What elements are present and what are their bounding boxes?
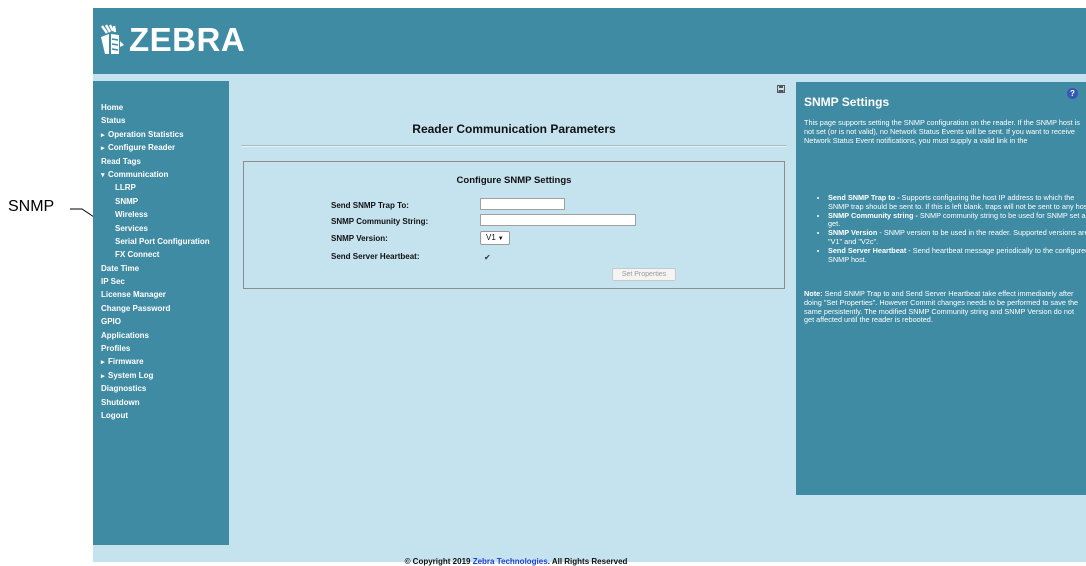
sidebar-item-label: Wireless bbox=[115, 210, 148, 220]
sidebar-item-firmware[interactable]: ▸ Firmware bbox=[101, 355, 210, 368]
heartbeat-checkbox[interactable]: ✔ bbox=[484, 254, 491, 262]
sidebar: Home Status ▸ Operation Statistics ▸ Configur… bbox=[93, 81, 229, 545]
set-properties-button[interactable]: Set Properties bbox=[612, 268, 676, 281]
sidebar-item-label: System Log bbox=[108, 370, 154, 380]
sidebar-item-label: SNMP bbox=[115, 196, 139, 206]
sidebar-item-status[interactable]: Status bbox=[101, 114, 210, 127]
brand-name: ZEBRA bbox=[129, 21, 246, 58]
sidebar-item-shutdown[interactable]: Shutdown bbox=[101, 396, 210, 409]
help-title: SNMP Settings bbox=[804, 95, 890, 109]
sidebar-nav: Home Status ▸ Operation Statistics ▸ Configur… bbox=[101, 101, 210, 422]
help-bullet: SNMP Version - SNMP version to be used i… bbox=[828, 228, 1086, 247]
help-bullet-term: Send SNMP Trap to - bbox=[828, 193, 900, 202]
heartbeat-label: Send Server Heartbeat: bbox=[331, 252, 420, 261]
sidebar-item-label: Logout bbox=[101, 410, 129, 420]
help-bullet-term: SNMP Version bbox=[828, 228, 878, 238]
caret-right-icon: ▸ bbox=[101, 145, 105, 153]
help-bullet: Send SNMP Trap to - Supports configuring… bbox=[828, 193, 1086, 212]
sidebar-item-fx-connect[interactable]: FX Connect bbox=[101, 248, 210, 261]
zebra-logo: ZEBRA bbox=[99, 20, 245, 60]
trap-label: Send SNMP Trap To: bbox=[331, 201, 409, 210]
help-panel: ? SNMP Settings This page supports setti… bbox=[796, 82, 1086, 495]
sidebar-item-profiles[interactable]: Profiles bbox=[101, 342, 210, 355]
sidebar-item-label: Status bbox=[101, 116, 126, 126]
browser-page: ZEBRA Home Status ▸ Operation Statistics ▸ Co… bbox=[93, 8, 1086, 566]
sidebar-item-label: Serial Port Configuration bbox=[115, 236, 210, 246]
sidebar-item-label: Home bbox=[101, 103, 124, 112]
sidebar-item-label: Date Time bbox=[101, 263, 140, 273]
help-note: Note: Send SNMP Trap to and Send Server … bbox=[804, 289, 1084, 325]
snmp-version-select[interactable]: V1 ▼ bbox=[480, 231, 510, 245]
help-intro: This page supports setting the SNMP conf… bbox=[804, 118, 1080, 145]
help-bullets: Send SNMP Trap to - Supports configuring… bbox=[816, 193, 1086, 265]
sidebar-item-label: IP Sec bbox=[101, 277, 125, 287]
sidebar-item-label: Communication bbox=[108, 169, 169, 179]
community-label: SNMP Community String: bbox=[331, 217, 429, 226]
sidebar-item-ip-sec[interactable]: IP Sec bbox=[101, 275, 210, 288]
snmp-version-value: V1 bbox=[486, 233, 496, 242]
sidebar-item-label: Profiles bbox=[101, 344, 131, 354]
sidebar-item-operation-statistics[interactable]: ▸ Operation Statistics bbox=[101, 128, 210, 141]
page-title: Reader Communication Parameters bbox=[412, 122, 616, 136]
sidebar-item-label: Configure Reader bbox=[108, 143, 176, 153]
community-string-input[interactable] bbox=[480, 214, 636, 226]
caret-right-icon: ▸ bbox=[101, 359, 105, 367]
save-icon[interactable] bbox=[777, 85, 785, 93]
sidebar-item-label: FX Connect bbox=[115, 250, 160, 260]
sidebar-item-gpio[interactable]: GPIO bbox=[101, 315, 210, 328]
sidebar-item-label: Services bbox=[115, 223, 148, 233]
help-bullet: Send Server Heartbeat - Send heartbeat m… bbox=[828, 245, 1086, 265]
sidebar-item-system-log[interactable]: ▸ System Log bbox=[101, 369, 210, 382]
help-icon[interactable]: ? bbox=[1067, 88, 1078, 99]
sidebar-item-services[interactable]: Services bbox=[101, 222, 210, 235]
sidebar-item-label: Shutdown bbox=[101, 397, 140, 407]
sidebar-item-date-time[interactable]: Date Time bbox=[101, 262, 210, 275]
help-bullet: SNMP Community string - SNMP community s… bbox=[828, 210, 1086, 230]
sidebar-item-label: GPIO bbox=[101, 317, 122, 327]
help-note-term: Note: bbox=[804, 289, 823, 298]
caret-right-icon: ▸ bbox=[101, 372, 105, 380]
sidebar-item-change-password[interactable]: Change Password bbox=[101, 302, 210, 315]
header: ZEBRA bbox=[93, 8, 1086, 74]
sidebar-item-label: Applications bbox=[101, 330, 150, 340]
zebra-head-icon bbox=[101, 24, 124, 54]
version-label: SNMP Version: bbox=[331, 234, 388, 243]
sidebar-item-license-manager[interactable]: License Manager bbox=[101, 288, 210, 301]
sidebar-item-label: Operation Statistics bbox=[108, 129, 184, 139]
help-bullet-term: SNMP Community string - bbox=[828, 210, 918, 220]
sidebar-item-label: Change Password bbox=[101, 303, 171, 313]
sidebar-item-llrp[interactable]: LLRP bbox=[101, 181, 210, 194]
sidebar-item-logout[interactable]: Logout bbox=[101, 409, 210, 422]
sidebar-item-label: LLRP bbox=[115, 183, 136, 193]
sidebar-item-diagnostics[interactable]: Diagnostics bbox=[101, 382, 210, 395]
panel-title: Configure SNMP Settings bbox=[456, 175, 572, 186]
sidebar-item-label: License Manager bbox=[101, 290, 166, 300]
sidebar-item-snmp[interactable]: SNMP bbox=[101, 195, 210, 208]
sidebar-item-communication[interactable]: ▾ Communication bbox=[101, 168, 210, 181]
help-bullet-term: Send Server Heartbeat bbox=[828, 245, 907, 255]
chevron-down-icon: ▼ bbox=[497, 236, 504, 242]
sidebar-item-wireless[interactable]: Wireless bbox=[101, 208, 210, 221]
sidebar-item-read-tags[interactable]: Read Tags bbox=[101, 155, 210, 168]
caret-down-icon: ▾ bbox=[101, 171, 105, 179]
sidebar-item-applications[interactable]: Applications bbox=[101, 329, 210, 342]
sidebar-item-label: Read Tags bbox=[101, 156, 141, 166]
sidebar-item-label: Firmware bbox=[108, 357, 144, 367]
sidebar-item-serial-port-configuration[interactable]: Serial Port Configuration bbox=[101, 235, 210, 248]
trap-host-input[interactable] bbox=[480, 198, 565, 210]
caret-right-icon: ▸ bbox=[101, 131, 105, 139]
sidebar-item-label: Diagnostics bbox=[101, 384, 147, 394]
sidebar-item-home[interactable]: Home bbox=[101, 101, 210, 114]
sidebar-item-configure-reader[interactable]: ▸ Configure Reader bbox=[101, 141, 210, 154]
snmp-settings-panel: Configure SNMP Settings Send SNMP Trap T… bbox=[243, 161, 785, 289]
callout-label: SNMP bbox=[8, 198, 55, 215]
title-divider bbox=[241, 145, 787, 147]
help-note-text: Send SNMP Trap to and Send Server Heartb… bbox=[804, 289, 1079, 325]
